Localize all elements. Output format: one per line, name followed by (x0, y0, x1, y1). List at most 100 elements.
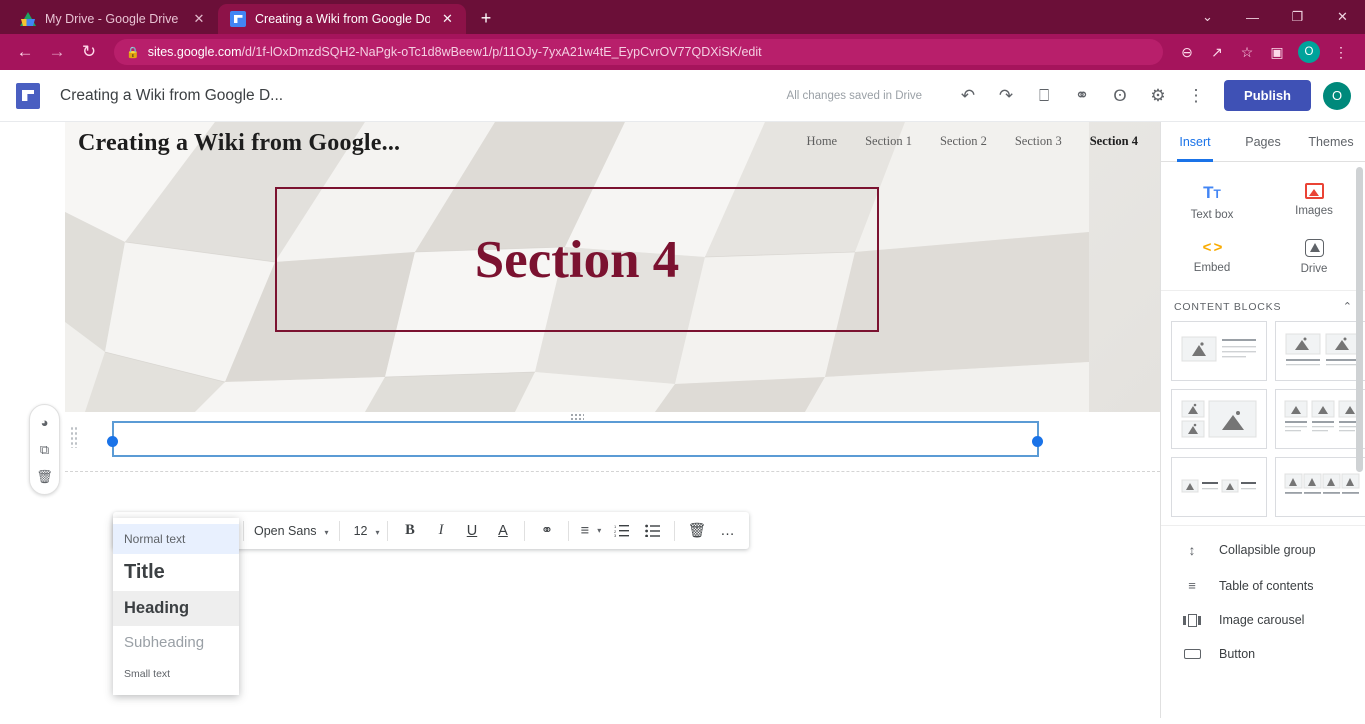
publish-button[interactable]: Publish (1224, 80, 1311, 111)
browser-tab-google-sites[interactable]: Creating a Wiki from Google Doc ✕ (218, 4, 466, 34)
font-size-dropdown[interactable]: 12 ▾ (346, 524, 382, 538)
insert-button[interactable]: Button (1161, 637, 1365, 671)
reload-icon[interactable]: ↻ (74, 37, 104, 67)
style-option-normal-text[interactable]: Normal text (113, 524, 239, 554)
content-block-thumbnail[interactable] (1171, 389, 1267, 449)
tab-title: My Drive - Google Drive (45, 12, 179, 26)
undo-icon[interactable]: ↶ (950, 78, 986, 114)
browser-titlebar: My Drive - Google Drive ✕ Creating a Wik… (0, 0, 1365, 34)
insert-images-option[interactable]: Images (1263, 174, 1365, 230)
numbered-list-icon[interactable]: 1 2 3 (606, 516, 637, 546)
textbox-drag-handle[interactable] (570, 413, 584, 420)
content-block-thumbnail[interactable] (1275, 457, 1365, 517)
minimize-icon[interactable]: — (1230, 0, 1275, 34)
content-block-layout-2 (1285, 333, 1361, 366)
chevron-down-icon: ▾ (597, 526, 602, 535)
tab-insert[interactable]: Insert (1161, 122, 1229, 162)
content-block-thumbnail[interactable] (1171, 457, 1267, 517)
insert-collapsible-group[interactable]: ↕ Collapsible group (1161, 532, 1365, 568)
bold-button[interactable]: B (394, 516, 425, 546)
nav-item-home[interactable]: Home (807, 134, 838, 149)
redo-icon[interactable]: ↷ (988, 78, 1024, 114)
insert-text-box-option[interactable]: TT Text box (1161, 174, 1263, 230)
share-with-others-icon[interactable]: ʘ (1102, 78, 1138, 114)
preview-icon[interactable]: ⎕ (1026, 78, 1062, 114)
insert-drive-option[interactable]: Drive (1263, 230, 1365, 284)
button-icon (1183, 649, 1201, 659)
font-family-dropdown[interactable]: Open Sans ▾ (250, 524, 333, 538)
more-format-options-icon[interactable]: … (712, 516, 743, 546)
page-title[interactable]: Creating a Wiki from Google D... (60, 87, 283, 105)
app-header: Creating a Wiki from Google D... All cha… (0, 70, 1365, 122)
underline-button[interactable]: U (456, 516, 487, 546)
selected-text-box[interactable] (112, 421, 1039, 457)
close-icon[interactable]: ✕ (439, 11, 456, 27)
content-block-layout-5 (1181, 479, 1256, 493)
browser-profile-avatar[interactable]: O (1298, 41, 1320, 63)
back-icon[interactable]: ← (10, 37, 40, 67)
insert-option-label: Embed (1193, 262, 1231, 274)
gear-icon[interactable]: ⚙ (1140, 78, 1176, 114)
chevron-up-icon[interactable]: ⌃ (1343, 300, 1352, 313)
align-dropdown[interactable]: ≡ ▾ (575, 516, 606, 546)
bulleted-list-icon[interactable] (637, 516, 668, 546)
panel-scrollbar[interactable] (1356, 167, 1363, 472)
duplicate-icon[interactable]: ⧉ (32, 437, 57, 462)
chevron-down-icon[interactable]: ⌄ (1185, 0, 1230, 34)
browser-tab-my-drive[interactable]: My Drive - Google Drive ✕ (8, 4, 218, 34)
content-block-thumbnail[interactable] (1275, 389, 1365, 449)
site-banner[interactable]: Creating a Wiki from Google... Home Sect… (65, 122, 1160, 412)
more-options-icon[interactable]: ⋮ (1178, 78, 1214, 114)
insert-embed-option[interactable]: < > Embed (1161, 230, 1263, 284)
panel-tabs: Insert Pages Themes (1161, 122, 1365, 162)
style-option-subheading[interactable]: Subheading (113, 626, 239, 659)
text-color-button[interactable]: A (487, 516, 518, 546)
site-canvas: Creating a Wiki from Google... Home Sect… (0, 122, 1160, 718)
style-option-small-text[interactable]: Small text (113, 659, 239, 689)
delete-textbox-icon[interactable]: 🗑 (681, 516, 712, 546)
close-window-icon[interactable]: ✕ (1320, 0, 1365, 34)
section-heading-box[interactable]: Section 4 (275, 187, 879, 332)
resize-handle-right[interactable] (1032, 436, 1043, 447)
insert-image-carousel[interactable]: Image carousel (1161, 603, 1365, 637)
address-bar[interactable]: 🔒 sites.google.com/d/1f-lOxDmzdSQH2-NaPg… (114, 39, 1163, 65)
italic-button[interactable]: I (425, 516, 456, 546)
google-sites-logo-icon[interactable] (16, 82, 40, 109)
nav-item-section-2[interactable]: Section 2 (940, 134, 987, 149)
close-icon[interactable]: ✕ (190, 11, 208, 27)
zoom-out-icon[interactable]: ⊖ (1173, 38, 1201, 66)
avatar[interactable]: O (1323, 81, 1351, 110)
content-block-thumbnail[interactable] (1275, 321, 1365, 381)
insert-table-of-contents[interactable]: ≡ Table of contents (1161, 568, 1365, 603)
tab-pages[interactable]: Pages (1229, 122, 1297, 161)
palette-icon[interactable]: ◕ (32, 410, 57, 435)
browser-toolbar: ← → ↻ 🔒 sites.google.com/d/1f-lOxDmzdSQH… (0, 34, 1365, 70)
insert-option-label: Text box (1190, 209, 1234, 221)
divider (243, 520, 244, 541)
nav-item-section-1[interactable]: Section 1 (865, 134, 912, 149)
insert-option-label: Drive (1300, 263, 1328, 275)
banner-site-title[interactable]: Creating a Wiki from Google... (78, 130, 400, 157)
content-blocks-header[interactable]: CONTENT BLOCKS ⌃ (1161, 290, 1365, 319)
chevron-down-icon: ▾ (324, 527, 329, 537)
forward-icon[interactable]: → (42, 37, 72, 67)
new-tab-button[interactable]: + (472, 4, 500, 32)
section-drag-grip[interactable] (70, 426, 77, 448)
editable-section[interactable] (65, 412, 1160, 472)
side-panel-icon[interactable]: ▣ (1263, 38, 1291, 66)
content-block-thumbnail[interactable] (1171, 321, 1267, 381)
content-block-layout-6 (1284, 473, 1360, 494)
maximize-icon[interactable]: ❐ (1275, 0, 1320, 34)
style-option-title[interactable]: Title (113, 554, 239, 591)
trash-icon[interactable]: 🗑 (32, 464, 57, 489)
bookmark-star-icon[interactable]: ☆ (1233, 38, 1261, 66)
copy-link-icon[interactable]: ⚭ (1064, 78, 1100, 114)
nav-item-section-4[interactable]: Section 4 (1090, 134, 1138, 149)
share-icon[interactable]: ↗ (1203, 38, 1231, 66)
style-option-heading[interactable]: Heading (113, 591, 239, 626)
browser-menu-icon[interactable]: ⋮ (1327, 38, 1355, 66)
nav-item-section-3[interactable]: Section 3 (1015, 134, 1062, 149)
insert-link-icon[interactable]: ⚭ (531, 516, 562, 546)
tab-themes[interactable]: Themes (1297, 122, 1365, 161)
resize-handle-left[interactable] (107, 436, 118, 447)
